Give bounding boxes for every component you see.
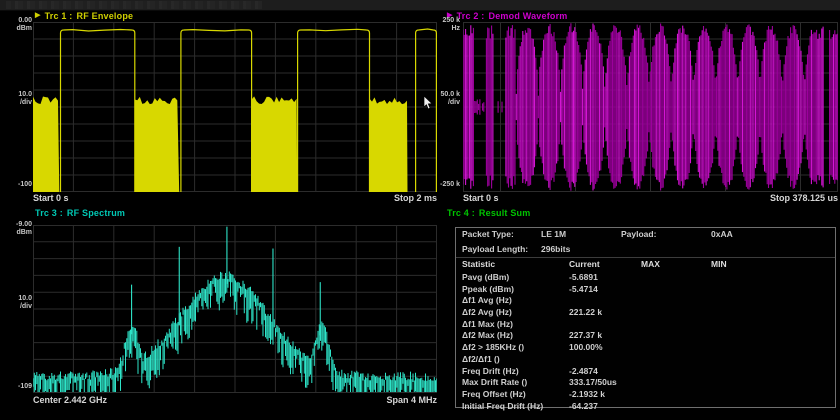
trc1-x-labels: Start 0 s Stop 2 ms xyxy=(33,193,437,203)
payload-length-label: Payload Length: xyxy=(462,244,528,254)
trc2-demod-plot[interactable] xyxy=(463,22,838,192)
table-row: Δf2 Max (Hz) 227.37 k xyxy=(456,329,835,341)
result-summary-table: Packet Type: LE 1M Payload: 0xAA Payload… xyxy=(455,227,836,408)
trc1-y-ref-label: 0.00dBm xyxy=(2,17,32,33)
payload-length-row: Payload Length: 296bits xyxy=(456,243,835,258)
trc2-y-div-label: 50.0 k/div xyxy=(434,91,460,107)
stat-current-value: -5.4714 xyxy=(569,284,598,294)
trc1-label: Trc 1 : xyxy=(45,11,73,21)
statistic-column-header: Statistic xyxy=(462,259,495,269)
stat-label: Freq Drift (Hz) xyxy=(462,366,519,376)
min-column-header: MIN xyxy=(711,259,727,269)
trc3-x-labels: Center 2.442 GHz Span 4 MHz xyxy=(33,395,437,405)
trc2-stop-label: Stop 378.125 us xyxy=(770,193,838,203)
packet-type-label: Packet Type: xyxy=(462,229,514,239)
table-row: Pavg (dBm) -5.6891 xyxy=(456,271,835,283)
payload-value: 0xAA xyxy=(711,229,733,239)
table-row: Δf2 Avg (Hz) 221.22 k xyxy=(456,306,835,318)
trc2-y-ref-label: 250 kHz xyxy=(434,17,460,33)
expand-arrow-icon[interactable]: ▶ xyxy=(35,11,41,20)
stat-label: Δf1 Max (Hz) xyxy=(462,319,513,329)
stat-label: Δf2 Max (Hz) xyxy=(462,330,513,340)
stat-label: Max Drift Rate () xyxy=(462,377,527,387)
trc1-y-div-label: 10.0/div xyxy=(2,91,32,107)
trc4-label: Trc 4 : xyxy=(447,208,475,218)
trc2-header[interactable]: ▶ Trc 2 : Demod Waveform xyxy=(447,10,568,21)
trc2-title: Demod Waveform xyxy=(489,11,568,21)
payload-length-value: 296bits xyxy=(541,244,570,254)
stats-header-row: Statistic Current MAX MIN xyxy=(456,258,835,271)
table-row: Initial Freq Drift (Hz) -64.237 xyxy=(456,400,835,412)
table-row: Δf1 Avg (Hz) xyxy=(456,294,835,306)
trc3-header[interactable]: Trc 3 : RF Spectrum xyxy=(35,207,125,218)
packet-type-value: LE 1M xyxy=(541,229,566,239)
stat-label: Δf2 Avg (Hz) xyxy=(462,307,512,317)
trc3-y-div-label: 10.0/div xyxy=(2,295,32,311)
stat-current-value: 333.17/50us xyxy=(569,377,617,387)
trc2-start-label: Start 0 s xyxy=(463,193,499,203)
trc1-y-min-label: -100 xyxy=(2,181,32,189)
trc3-y-ref-label: -9.00dBm xyxy=(2,221,32,237)
stat-current-value: -5.6891 xyxy=(569,272,598,282)
stat-current-value: -64.237 xyxy=(569,401,598,411)
table-row: Max Drift Rate () 333.17/50us xyxy=(456,376,835,388)
trc3-title: RF Spectrum xyxy=(67,208,125,218)
table-row: Freq Offset (Hz) -2.1932 k xyxy=(456,388,835,400)
current-column-header: Current xyxy=(569,259,600,269)
stat-label: Δf2 > 185KHz () xyxy=(462,342,524,352)
trc1-title: RF Envelope xyxy=(77,11,134,21)
stat-label: Δf2/Δf1 () xyxy=(462,354,500,364)
trc4-header[interactable]: Trc 4 : Result Sum xyxy=(447,207,530,218)
trc3-spectrum-plot[interactable] xyxy=(33,225,437,393)
stat-current-value: -2.1932 k xyxy=(569,389,605,399)
trc3-span-label: Span 4 MHz xyxy=(386,395,437,405)
stat-label: Δf1 Avg (Hz) xyxy=(462,295,512,305)
stats-rows: Pavg (dBm) -5.6891 Ppeak (dBm) -5.4714 Δ… xyxy=(456,271,835,411)
stat-current-value: -2.4874 xyxy=(569,366,598,376)
stat-label: Initial Freq Drift (Hz) xyxy=(462,401,543,411)
table-row: Δf2 > 185KHz () 100.00% xyxy=(456,341,835,353)
trc3-label: Trc 3 : xyxy=(35,208,63,218)
stat-current-value: 227.37 k xyxy=(569,330,602,340)
trc1-envelope-plot[interactable] xyxy=(33,22,437,192)
stat-current-value: 221.22 k xyxy=(569,307,602,317)
mouse-cursor-icon xyxy=(423,96,433,110)
toolbar-texture xyxy=(6,1,262,9)
trc4-title: Result Sum xyxy=(479,208,531,218)
stat-label: Freq Offset (Hz) xyxy=(462,389,526,399)
table-row: Freq Drift (Hz) -2.4874 xyxy=(456,365,835,377)
trc2-label: Trc 2 : xyxy=(457,11,485,21)
table-row: Δf2/Δf1 () xyxy=(456,353,835,365)
table-row: Δf1 Max (Hz) xyxy=(456,318,835,330)
trc2-x-labels: Start 0 s Stop 378.125 us xyxy=(463,193,838,203)
trc1-start-label: Start 0 s xyxy=(33,193,69,203)
stat-current-value: 100.00% xyxy=(569,342,603,352)
trc2-y-min-label: -250 k xyxy=(434,181,460,189)
trc1-header[interactable]: ▶ Trc 1 : RF Envelope xyxy=(35,10,133,21)
table-row: Ppeak (dBm) -5.4714 xyxy=(456,283,835,295)
trc3-y-min-label: -109 xyxy=(2,383,32,391)
payload-label: Payload: xyxy=(621,229,656,239)
max-column-header: MAX xyxy=(641,259,660,269)
stat-label: Ppeak (dBm) xyxy=(462,284,514,294)
trc3-center-label: Center 2.442 GHz xyxy=(33,395,107,405)
trc1-stop-label: Stop 2 ms xyxy=(394,193,437,203)
stat-label: Pavg (dBm) xyxy=(462,272,509,282)
packet-type-row: Packet Type: LE 1M Payload: 0xAA xyxy=(456,228,835,243)
